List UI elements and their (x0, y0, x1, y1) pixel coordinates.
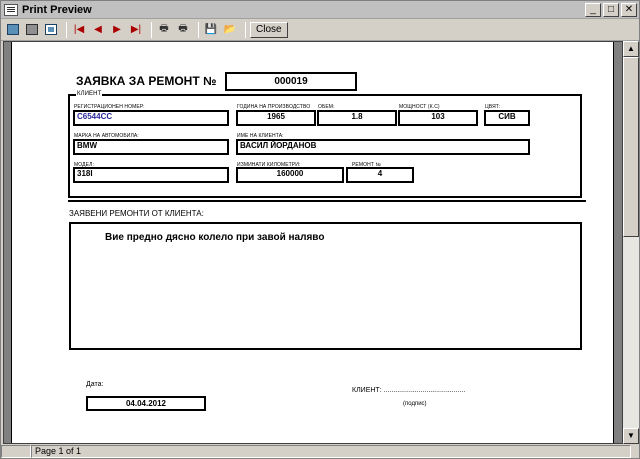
save-icon[interactable]: 💾 (203, 22, 219, 38)
next-page-icon[interactable]: ▶ (109, 22, 125, 38)
toolbar-separator (245, 21, 246, 38)
client-signature-line: КЛИЕНТ: ................................… (352, 387, 466, 394)
requested-repairs-label: ЗАЯВЕНИ РЕМОНТИ ОТ КЛИЕНТА: (69, 209, 204, 218)
report-title: ЗАЯВКА ЗА РЕМОНТ № (76, 74, 217, 88)
window-title: Print Preview (22, 3, 92, 16)
minimize-button[interactable]: _ (585, 3, 601, 17)
mileage-field: 160000 (236, 167, 344, 183)
one-page-icon[interactable] (5, 22, 21, 38)
two-page-icon[interactable] (24, 22, 40, 38)
scroll-thumb[interactable] (623, 57, 639, 237)
repair-number-field: 4 (346, 167, 414, 183)
open-icon[interactable]: 📂 (222, 22, 238, 38)
first-page-icon[interactable]: |◀ (71, 22, 87, 38)
reg-number-field: С6544СС (73, 110, 229, 126)
make-field: BMW (73, 139, 229, 155)
last-page-icon[interactable]: ▶| (128, 22, 144, 38)
preview-area[interactable]: ЗАЯВКА ЗА РЕМОНТ № 000019 КЛИЕНТ РЕГИСТР… (3, 41, 623, 444)
client-group-label: КЛИЕНТ (76, 91, 103, 97)
model-field: 318I (73, 167, 229, 183)
close-window-button[interactable]: ✕ (621, 3, 637, 17)
requested-repairs-text: Вие предно дясно колело при завой наляво (105, 232, 325, 243)
close-button[interactable]: Close (250, 21, 288, 38)
order-number-field: 000019 (225, 72, 357, 91)
client-name-field: ВАСИЛ ЙОРДАНОВ (236, 139, 530, 155)
multi-page-icon[interactable] (43, 22, 59, 38)
vertical-scrollbar[interactable]: ▲ ▼ (623, 41, 639, 444)
date-field: 04.04.2012 (86, 396, 206, 411)
prev-page-icon[interactable]: ◀ (90, 22, 106, 38)
title-bar: Print Preview _ □ ✕ (1, 1, 639, 19)
scroll-up-icon[interactable]: ▲ (623, 41, 639, 57)
maximize-button[interactable]: □ (603, 3, 619, 17)
preview-toolbar: |◀ ◀ ▶ ▶| 🖶 🖶 💾 📂 Close (1, 19, 639, 41)
section-divider (68, 200, 586, 202)
toolbar-separator (66, 21, 67, 38)
year-field: 1965 (236, 110, 316, 126)
printer-icon[interactable]: 🖶 (156, 22, 172, 38)
report-page: ЗАЯВКА ЗА РЕМОНТ № 000019 КЛИЕНТ РЕГИСТР… (11, 42, 614, 443)
page-info: Page 1 of 1 (31, 445, 631, 458)
toolbar-separator (151, 21, 152, 38)
volume-field: 1.8 (317, 110, 397, 126)
window-controls: _ □ ✕ (585, 3, 637, 17)
status-bar: Page 1 of 1 (1, 444, 639, 459)
scroll-down-icon[interactable]: ▼ (623, 428, 639, 444)
print-setup-icon[interactable]: 🖶 (175, 22, 191, 38)
date-label: Дата: (86, 381, 104, 388)
color-field: СИВ (484, 110, 530, 126)
print-preview-icon (4, 3, 18, 16)
toolbar-separator (198, 21, 199, 38)
signature-caption: (подпис) (403, 401, 427, 407)
print-preview-window: Print Preview _ □ ✕ |◀ ◀ ▶ ▶| 🖶 🖶 💾 📂 Cl… (0, 0, 640, 459)
status-cell-empty (1, 445, 31, 458)
power-field: 103 (398, 110, 478, 126)
